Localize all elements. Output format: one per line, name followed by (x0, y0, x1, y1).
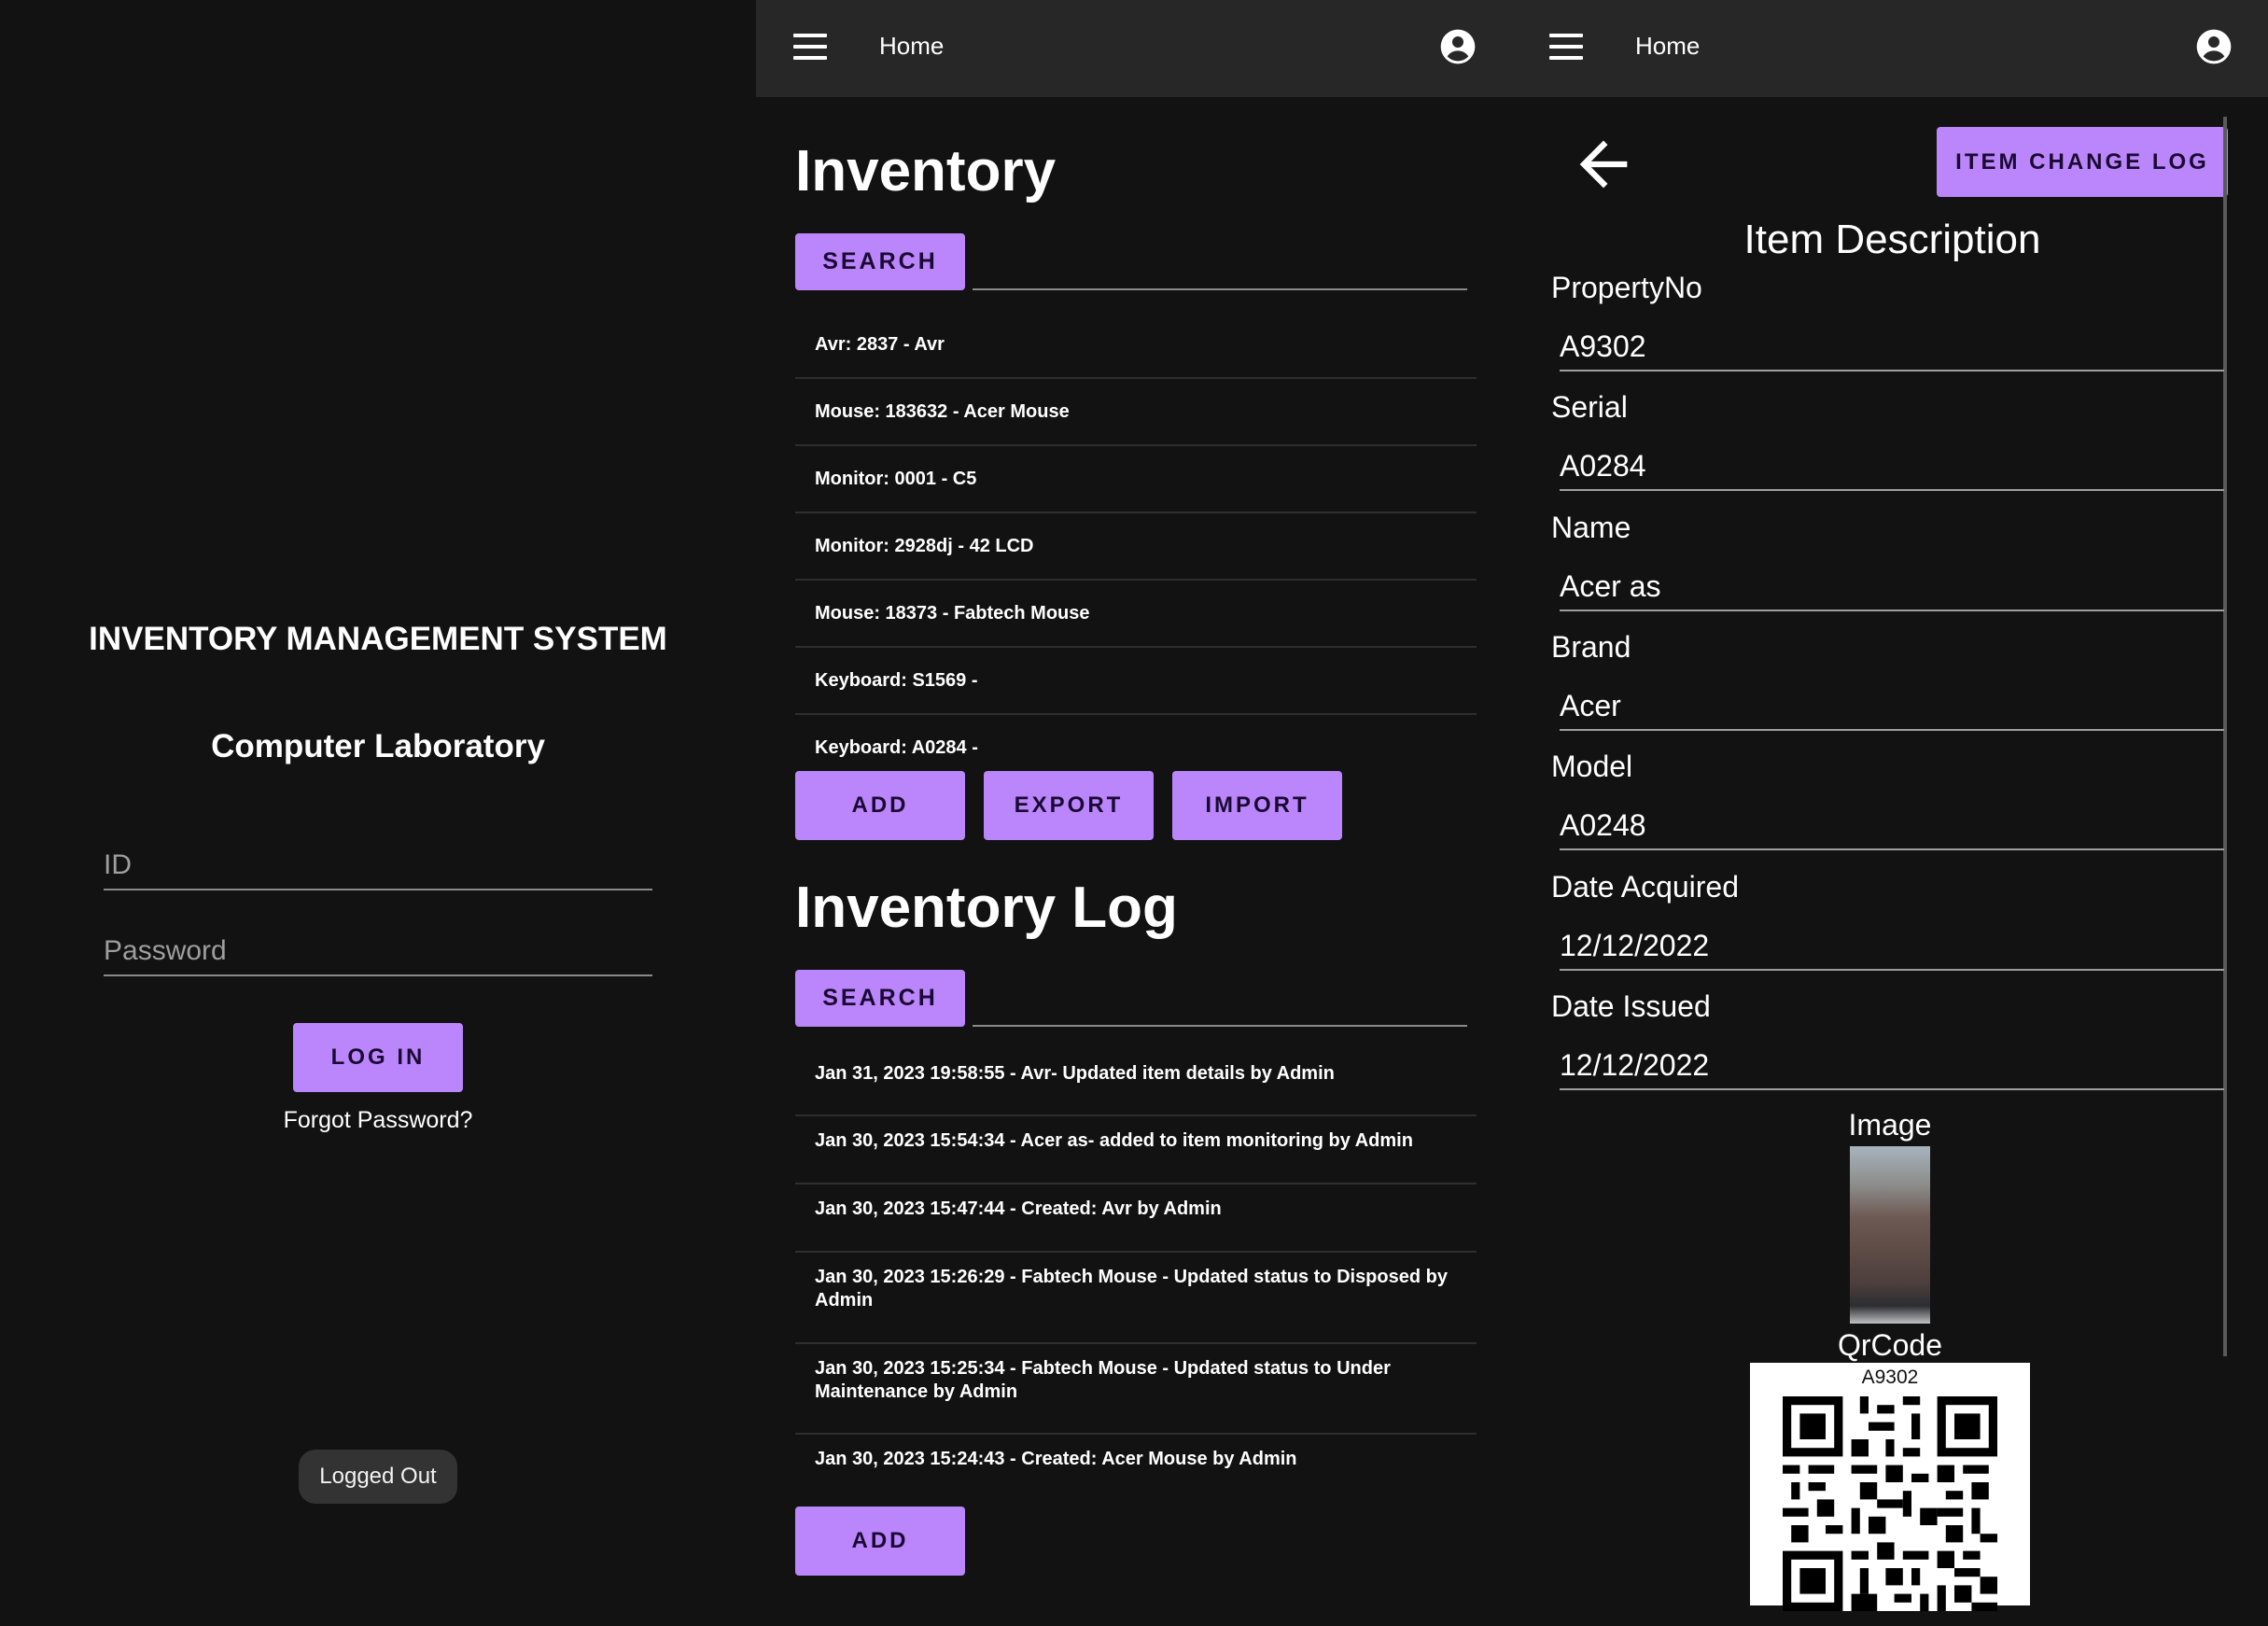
field-underline (1560, 610, 2224, 611)
inventory-log-list: Jan 31, 2023 19:58:55 - Avr- Updated ite… (795, 1049, 1477, 1502)
field-label-model: Model (1551, 750, 1633, 783)
id-field-underline (104, 889, 652, 890)
item-description-title: Item Description (1743, 217, 2041, 262)
list-item[interactable]: Keyboard: A0284 - (795, 715, 1477, 762)
field-underline (1560, 969, 2224, 971)
item-image (1850, 1146, 1930, 1324)
log-entry: Jan 30, 2023 15:24:43 - Created: Acer Mo… (815, 1449, 1297, 1469)
password-field[interactable]: Password (104, 935, 227, 967)
log-search-input[interactable] (973, 1025, 1467, 1027)
item-detail-screen: Home ITEM CHANGE LOG Item Description Pr… (1512, 0, 2268, 1626)
inventory-search-input[interactable] (973, 288, 1467, 290)
qrcode-text: A9302 (1861, 1367, 1919, 1388)
list-item[interactable]: Avr: 2837 - Avr (795, 312, 1477, 379)
scrollbar[interactable] (2223, 117, 2227, 1356)
app-bar: Home (756, 0, 1512, 97)
field-label-date-issued: Date Issued (1551, 989, 1711, 1023)
field-underline (1560, 370, 2224, 371)
forgot-password-link[interactable]: Forgot Password? (0, 1107, 756, 1134)
field-label-date-acquired: Date Acquired (1551, 870, 1740, 904)
log-entry: Jan 30, 2023 15:54:34 - Acer as- added t… (795, 1116, 1477, 1184)
login-screen: INVENTORY MANAGEMENT SYSTEM Computer Lab… (0, 0, 756, 1626)
image-label: Image (1848, 1108, 1932, 1142)
menu-icon[interactable] (793, 34, 827, 62)
log-search-button[interactable]: SEARCH (795, 970, 965, 1027)
app-title: INVENTORY MANAGEMENT SYSTEM (89, 621, 667, 657)
field-label-name: Name (1551, 511, 1631, 544)
qr-code-card: A9302 (1750, 1363, 2030, 1611)
login-button[interactable]: LOG IN (293, 1023, 463, 1092)
qr-code-icon (1783, 1396, 1997, 1611)
menu-icon[interactable] (1549, 34, 1583, 62)
app-bar: Home (1512, 0, 2268, 97)
list-item[interactable]: Mouse: 183632 - Acer Mouse (795, 379, 1477, 446)
inventory-screen: Home Inventory SEARCH Avr: 2837 - Avr Mo… (756, 0, 1512, 1626)
field-underline (1560, 489, 2224, 491)
add-item-button[interactable]: ADD (795, 771, 965, 840)
field-label-propertyno: PropertyNo (1551, 271, 1702, 304)
field-value-date-acquired[interactable]: 12/12/2022 (1560, 929, 1709, 963)
field-underline (1560, 1088, 2224, 1090)
back-arrow-icon[interactable] (1568, 129, 1639, 200)
inventory-list: Avr: 2837 - Avr Mouse: 183632 - Acer Mou… (795, 312, 1477, 762)
field-underline (1560, 729, 2224, 731)
list-item[interactable]: Monitor: 2928dj - 42 LCD (795, 513, 1477, 581)
app-bar-title: Home (879, 32, 945, 60)
inventory-log-heading: Inventory Log (795, 876, 1178, 940)
import-button[interactable]: IMPORT (1172, 771, 1342, 840)
field-underline (1560, 848, 2224, 850)
field-value-model[interactable]: A0248 (1560, 808, 1646, 843)
field-value-date-issued[interactable]: 12/12/2022 (1560, 1048, 1709, 1083)
log-entry: Jan 30, 2023 15:25:34 - Fabtech Mouse - … (795, 1344, 1477, 1435)
field-value-brand[interactable]: Acer (1560, 689, 1621, 723)
field-label-serial: Serial (1551, 390, 1628, 424)
password-field-underline (104, 974, 652, 976)
log-entry: Jan 30, 2023 15:26:29 - Fabtech Mouse - … (795, 1253, 1477, 1344)
account-circle-icon[interactable] (2195, 28, 2233, 65)
list-item[interactable]: Keyboard: S1569 - (795, 648, 1477, 715)
export-button[interactable]: EXPORT (984, 771, 1154, 840)
list-item[interactable]: Monitor: 0001 - C5 (795, 446, 1477, 513)
inventory-search-button[interactable]: SEARCH (795, 233, 965, 290)
item-change-log-button[interactable]: ITEM CHANGE LOG (1937, 127, 2228, 197)
add-log-button[interactable]: ADD (795, 1507, 965, 1576)
field-value-propertyno[interactable]: A9302 (1560, 329, 1646, 364)
inventory-heading: Inventory (795, 139, 1057, 203)
log-entry: Jan 30, 2023 15:47:44 - Created: Avr by … (795, 1184, 1477, 1253)
logged-out-toast: Logged Out (299, 1450, 457, 1504)
account-circle-icon[interactable] (1439, 28, 1477, 65)
field-label-brand: Brand (1551, 630, 1631, 664)
field-value-serial[interactable]: A0284 (1560, 449, 1646, 484)
app-bar-title: Home (1635, 32, 1701, 60)
list-item[interactable]: Mouse: 18373 - Fabtech Mouse (795, 581, 1477, 648)
qrcode-label: QrCode (1837, 1328, 1943, 1362)
field-value-name[interactable]: Acer as (1560, 569, 1660, 604)
log-entry: Jan 31, 2023 19:58:55 - Avr- Updated ite… (795, 1049, 1477, 1116)
app-subtitle: Computer Laboratory (211, 728, 545, 764)
id-field[interactable]: ID (104, 849, 132, 881)
